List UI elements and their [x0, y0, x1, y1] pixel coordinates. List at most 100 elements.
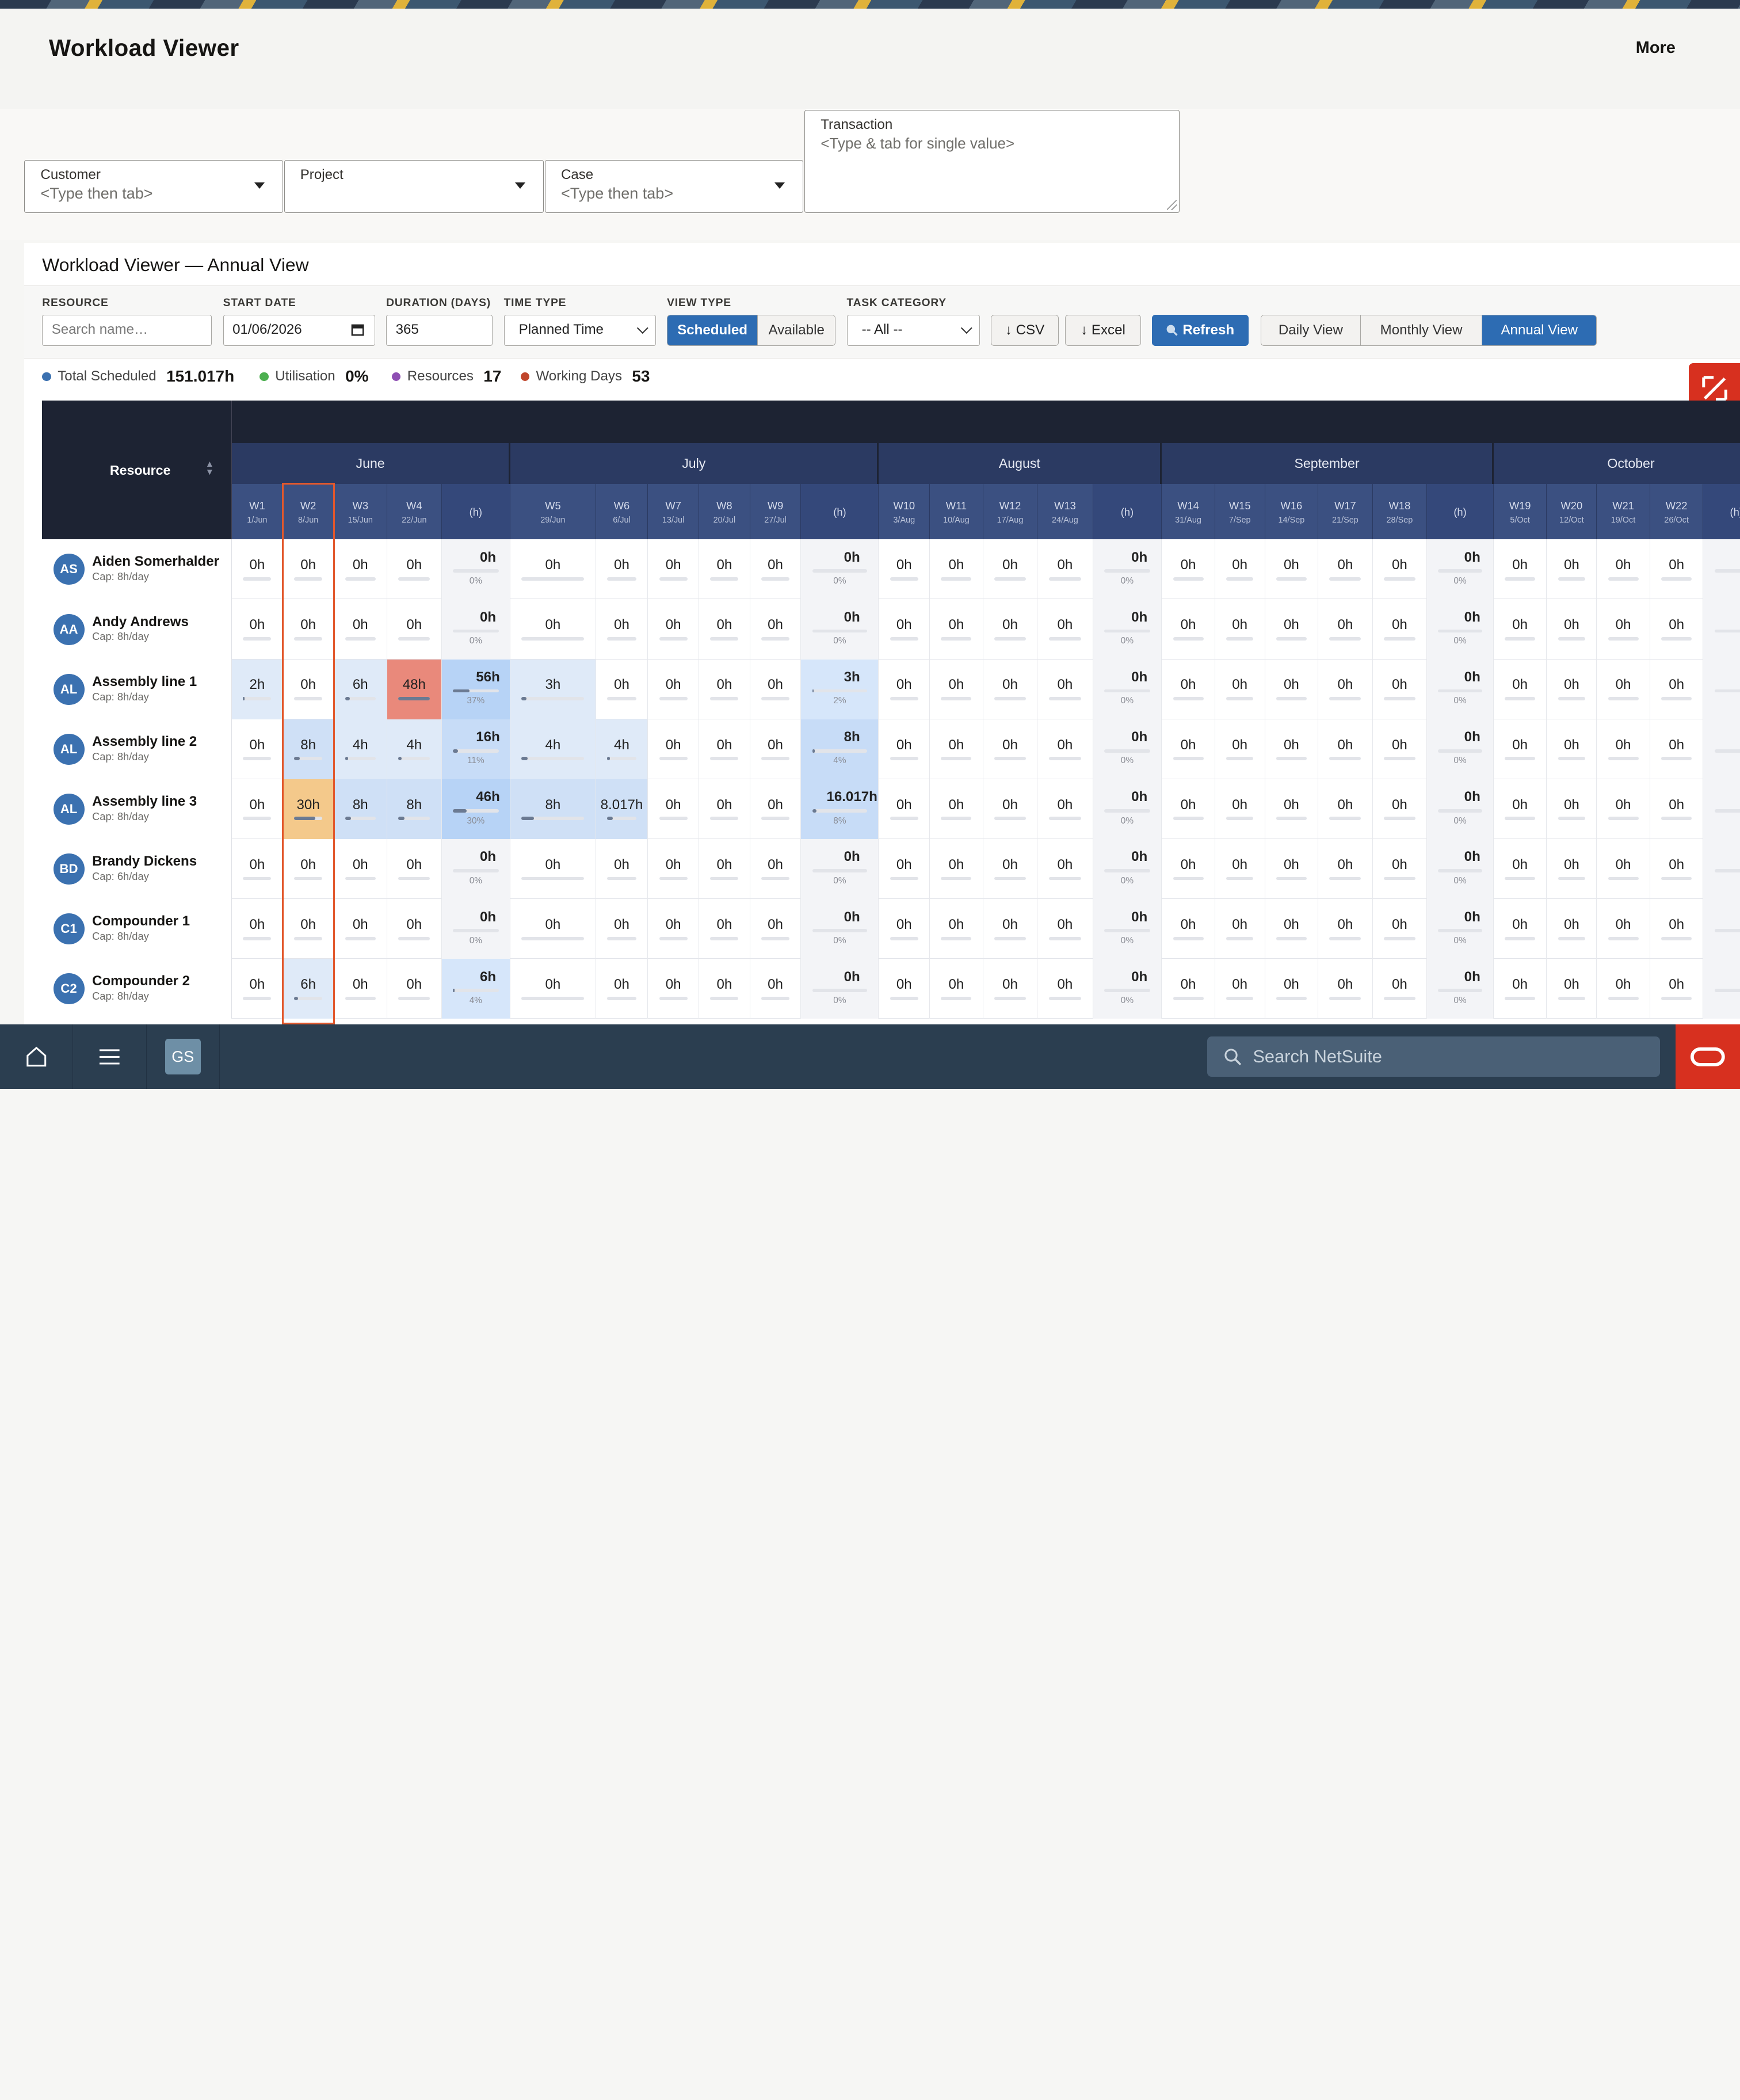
month-total-cell[interactable]: 0h 0% — [1427, 719, 1494, 779]
week-hours-cell[interactable]: 2h — [232, 659, 283, 719]
week-hours-cell[interactable]: 0h — [1494, 959, 1547, 1019]
week-hours-cell[interactable]: 0h — [1650, 839, 1704, 900]
week-hours-cell[interactable]: 0h — [1037, 899, 1093, 959]
week-hours-cell[interactable]: 0h — [1494, 539, 1547, 600]
week-hours-cell[interactable]: 0h — [750, 599, 802, 660]
week-hours-cell[interactable]: 0h — [648, 839, 699, 900]
week-hours-cell[interactable]: 0h — [983, 899, 1038, 959]
week-hours-cell[interactable]: 0h — [879, 839, 930, 900]
week-hours-cell[interactable]: 0h — [510, 539, 596, 600]
month-total-cell[interactable]: 0h 0% — [441, 599, 511, 660]
week-hours-cell[interactable]: 0h — [1318, 539, 1373, 600]
week-hours-cell[interactable]: 0h — [1597, 779, 1650, 839]
week-hours-cell[interactable]: 4h — [387, 719, 442, 779]
week-hours-cell[interactable]: 0h — [387, 839, 442, 900]
week-hours-cell[interactable]: 0h — [1215, 659, 1265, 719]
week-hours-cell[interactable]: 0h — [648, 959, 699, 1019]
week-hours-cell[interactable]: 0h — [983, 839, 1038, 900]
week-hours-cell[interactable]: 4h — [510, 719, 596, 779]
week-hours-cell[interactable]: 0h — [283, 539, 334, 600]
month-total-cell[interactable]: 6h 4% — [441, 959, 511, 1019]
week-hours-cell[interactable]: 0h — [879, 779, 930, 839]
week-hours-cell[interactable]: 0h — [1037, 779, 1093, 839]
week-hours-cell[interactable]: 0h — [879, 539, 930, 600]
week-hours-cell[interactable]: 0h — [1494, 779, 1547, 839]
month-total-cell[interactable]: 0h 0% — [801, 959, 879, 1019]
week-hours-cell[interactable]: 0h — [930, 659, 983, 719]
week-hours-cell[interactable]: 0h — [648, 899, 699, 959]
week-hours-cell[interactable]: 0h — [1265, 779, 1319, 839]
month-total-cell[interactable]: 8h 4% — [801, 719, 879, 779]
week-hours-cell[interactable]: 0h — [1547, 599, 1597, 660]
week-hours-cell[interactable]: 0h — [1037, 539, 1093, 600]
week-hours-cell[interactable]: 0h — [1162, 779, 1215, 839]
resource-cell[interactable]: AL Assembly line 2 Cap: 8h/day — [42, 719, 232, 779]
resource-cell[interactable]: C2 Compounder 2 Cap: 8h/day — [42, 959, 232, 1019]
week-hours-cell[interactable]: 0h — [387, 959, 442, 1019]
week-hours-cell[interactable]: 0h — [750, 779, 802, 839]
week-hours-cell[interactable]: 0h — [1265, 719, 1319, 779]
menu-button[interactable] — [73, 1024, 147, 1089]
week-hours-cell[interactable]: 0h — [648, 539, 699, 600]
tab-annual-view[interactable]: Annual View — [1482, 315, 1597, 345]
week-hours-cell[interactable]: 0h — [334, 959, 388, 1019]
task-category-select[interactable]: -- All -- — [846, 314, 980, 346]
month-total-cell[interactable]: 0h 0% — [441, 839, 511, 900]
chevron-down-icon[interactable] — [254, 182, 265, 189]
week-hours-cell[interactable]: 0h — [1318, 899, 1373, 959]
week-hours-cell[interactable]: 0h — [750, 659, 802, 719]
week-hours-cell[interactable]: 0h — [1318, 599, 1373, 660]
week-hours-cell[interactable]: 0h — [1650, 959, 1704, 1019]
week-hours-cell[interactable]: 0h — [510, 599, 596, 660]
week-hours-cell[interactable]: 0h — [1650, 899, 1704, 959]
month-total-cell[interactable]: 0h 0% — [801, 599, 879, 660]
week-hours-cell[interactable]: 0h — [983, 779, 1038, 839]
resource-cell[interactable]: BD Brandy Dickens Cap: 6h/day — [42, 839, 232, 900]
week-hours-cell[interactable]: 0h — [699, 839, 750, 900]
week-hours-cell[interactable]: 0h — [232, 959, 283, 1019]
week-hours-cell[interactable]: 0h — [1494, 899, 1547, 959]
month-total-cell[interactable]: 0h 0% — [801, 839, 879, 900]
week-hours-cell[interactable]: 0h — [283, 599, 334, 660]
week-hours-cell[interactable]: 0h — [750, 719, 802, 779]
week-hours-cell[interactable]: 0h — [1037, 839, 1093, 900]
week-hours-cell[interactable]: 0h — [1318, 959, 1373, 1019]
week-hours-cell[interactable]: 0h — [983, 959, 1038, 1019]
week-hours-cell[interactable]: 0h — [699, 539, 750, 600]
week-hours-cell[interactable]: 0h — [983, 719, 1038, 779]
week-hours-cell[interactable]: 0h — [1547, 539, 1597, 600]
user-avatar-button[interactable]: GS — [147, 1024, 220, 1089]
week-hours-cell[interactable]: 0h — [983, 659, 1038, 719]
week-hours-cell[interactable]: 0h — [879, 599, 930, 660]
week-hours-cell[interactable]: 0h — [334, 539, 388, 600]
month-total-cell[interactable] — [1703, 719, 1740, 779]
week-hours-cell[interactable]: 0h — [699, 599, 750, 660]
month-total-cell[interactable]: 0h 0% — [1093, 899, 1162, 959]
case-select[interactable]: Case <Type then tab> — [544, 159, 804, 214]
month-total-cell[interactable]: 0h 0% — [801, 539, 879, 600]
project-select[interactable]: Project — [284, 159, 544, 214]
week-hours-cell[interactable]: 0h — [387, 539, 442, 600]
week-hours-cell[interactable]: 8h — [510, 779, 596, 839]
week-hours-cell[interactable]: 8h — [334, 779, 388, 839]
week-hours-cell[interactable]: 0h — [930, 839, 983, 900]
week-hours-cell[interactable]: 0h — [1162, 599, 1215, 660]
week-hours-cell[interactable]: 0h — [750, 899, 802, 959]
week-hours-cell[interactable]: 0h — [596, 839, 648, 900]
week-hours-cell[interactable]: 0h — [1215, 839, 1265, 900]
week-hours-cell[interactable]: 0h — [1494, 839, 1547, 900]
month-total-cell[interactable]: 0h 0% — [441, 539, 511, 600]
transaction-textarea[interactable]: Transaction <Type & tab for single value… — [804, 109, 1180, 214]
resource-column-header[interactable]: Resource ▲ ▼ — [42, 401, 232, 540]
week-hours-cell[interactable]: 0h — [930, 899, 983, 959]
week-hours-cell[interactable]: 0h — [1494, 659, 1547, 719]
week-hours-cell[interactable]: 0h — [1650, 779, 1704, 839]
week-hours-cell[interactable]: 0h — [1215, 779, 1265, 839]
week-hours-cell[interactable]: 0h — [1162, 719, 1215, 779]
week-hours-cell[interactable]: 0h — [334, 899, 388, 959]
week-hours-cell[interactable]: 0h — [1597, 599, 1650, 660]
week-hours-cell[interactable]: 0h — [1373, 899, 1428, 959]
week-hours-cell[interactable]: 0h — [1265, 599, 1319, 660]
week-hours-cell[interactable]: 0h — [334, 839, 388, 900]
week-hours-cell[interactable]: 0h — [1265, 539, 1319, 600]
